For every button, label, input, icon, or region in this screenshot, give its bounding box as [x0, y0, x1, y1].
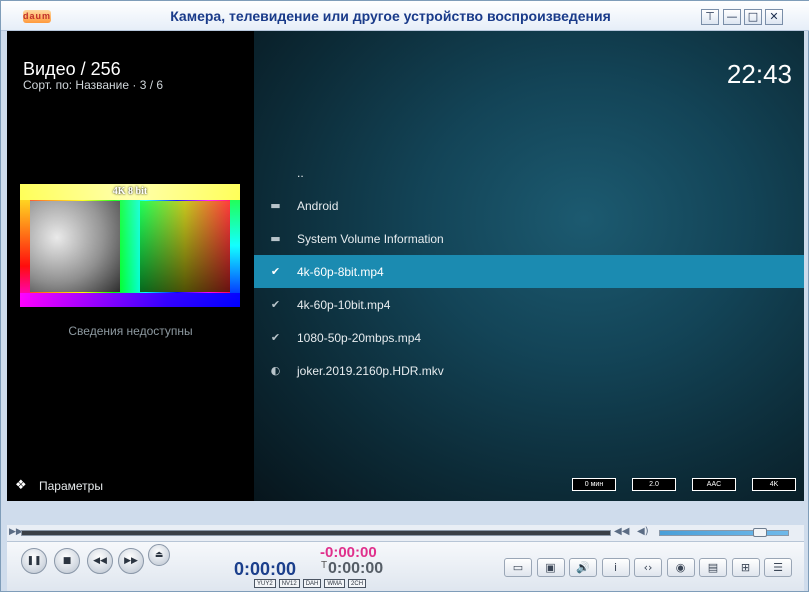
codec-indicators: YUY2 NV12 DAH WMA 2CH	[254, 579, 367, 588]
codec-indicator[interactable]: 2CH	[348, 579, 367, 588]
stop-button[interactable]: ■	[54, 548, 80, 574]
file-list-label: joker.2019.2160p.HDR.mkv	[297, 363, 444, 378]
info-panel: Видео / 256 Сорт. по: Название · 3 / 6 4…	[7, 31, 254, 501]
codec-indicator[interactable]: WMA	[324, 579, 346, 588]
thumbnail-caption: 4K 8 bit	[112, 186, 148, 197]
file-list-item[interactable]: ✔ 4k-60p-10bit.mp4	[254, 288, 804, 321]
total-time-prefix: T	[321, 560, 328, 571]
check-icon: ✔	[270, 331, 281, 344]
file-list-label: 1080-50p-20mbps.mp4	[297, 330, 422, 345]
camera-button[interactable]: ◉	[666, 558, 695, 577]
layout-button[interactable]: ⊞	[731, 558, 760, 577]
daum-logo[interactable]: daum	[23, 10, 51, 23]
file-list-item[interactable]: ✔ 4k-60p-8bit.mp4	[254, 255, 804, 288]
bookmark-button[interactable]: ▤	[699, 558, 727, 577]
close-button[interactable]: ✕	[765, 9, 783, 25]
capture-button[interactable]: ▣	[536, 558, 565, 577]
media-flag-badge: 0 мин	[572, 478, 616, 491]
elapsed-time[interactable]: 0:00:00	[234, 559, 296, 580]
control-panel: ❚❚ ■ ◀◀ ▶▶ ⏏ 0:00:00 -0:00:00 T 0:00:00 …	[7, 541, 804, 591]
check-icon: ✔	[270, 298, 281, 311]
section-title: Видео / 256	[23, 59, 121, 79]
codec-indicator[interactable]: DAH	[302, 579, 322, 588]
code-button[interactable]: ‹›	[634, 558, 662, 577]
clock: 22:43	[726, 59, 792, 89]
media-flags: 0 мин 2.0 AAC 4K	[572, 478, 796, 491]
options-label: Параметры	[39, 479, 103, 493]
media-flag-badge: 2.0	[632, 478, 676, 491]
screen-button[interactable]: ▭	[504, 558, 532, 577]
file-list-item[interactable]: ◐ joker.2019.2160p.HDR.mkv	[254, 354, 804, 387]
seek-back-icon[interactable]: ◀◀	[614, 526, 629, 537]
video-area[interactable]: Видео / 256 Сорт. по: Название · 3 / 6 4…	[7, 31, 804, 501]
seek-area: ▶▶ ◀◀ ◀)	[7, 525, 804, 541]
remaining-time[interactable]: -0:00:00	[320, 544, 377, 561]
no-info-text: Сведения недоступны	[68, 324, 193, 338]
codec-indicator[interactable]: YUY2	[254, 579, 276, 588]
pause-button[interactable]: ❚❚	[21, 548, 47, 574]
minimize-button[interactable]: —	[723, 9, 741, 25]
options-button[interactable]: ❖ Параметры	[15, 478, 103, 494]
file-list-item[interactable]: ▬ Android	[254, 189, 804, 222]
title-bar[interactable]: daum Камера, телевидение или другое устр…	[1, 1, 809, 31]
file-list-item[interactable]: ..	[254, 156, 804, 189]
seek-bar[interactable]	[21, 530, 611, 536]
volume-slider[interactable]	[659, 530, 789, 536]
codec-indicator[interactable]: NV12	[278, 579, 300, 588]
eject-button[interactable]: ⏏	[148, 544, 170, 566]
file-list-label: ..	[297, 165, 304, 180]
media-flag-badge: 4K	[752, 478, 796, 491]
info-button[interactable]: i	[601, 558, 630, 577]
next-button[interactable]: ▶▶	[118, 548, 144, 574]
volume-knob[interactable]	[753, 528, 768, 537]
total-time[interactable]: 0:00:00	[328, 560, 383, 578]
half-watched-icon: ◐	[270, 364, 281, 377]
file-list-item[interactable]: ▬ System Volume Information	[254, 222, 804, 255]
file-list: .. ▬ Android ▬ System Volume Information ✔ 4k-…	[254, 156, 804, 387]
maximize-button[interactable]: □	[744, 9, 762, 25]
player-window: daum Камера, телевидение или другое устр…	[0, 0, 809, 592]
skin-button[interactable]: ⊤	[701, 9, 719, 25]
speaker-icon[interactable]: ◀)	[637, 526, 649, 537]
folder-icon: ▬	[270, 232, 281, 245]
file-list-label: 4k-60p-8bit.mp4	[297, 264, 384, 279]
file-list-item[interactable]: ✔ 1080-50p-20mbps.mp4	[254, 321, 804, 354]
previous-button[interactable]: ◀◀	[87, 548, 113, 574]
file-list-label: System Volume Information	[297, 231, 444, 246]
playlist-button[interactable]: ☰	[764, 558, 792, 577]
options-icon: ❖	[15, 478, 27, 493]
volume-button[interactable]: 🔊	[569, 558, 597, 577]
sort-info: Сорт. по: Название · 3 / 6	[23, 78, 164, 92]
file-list-label: 4k-60p-10bit.mp4	[297, 297, 391, 312]
media-flag-badge: AAC	[692, 478, 736, 491]
video-thumbnail: 4K 8 bit	[20, 184, 240, 307]
file-list-label: Android	[297, 198, 339, 213]
check-icon: ✔	[270, 265, 281, 278]
folder-icon: ▬	[270, 199, 281, 212]
window-title: Камера, телевидение или другое устройств…	[170, 8, 611, 24]
